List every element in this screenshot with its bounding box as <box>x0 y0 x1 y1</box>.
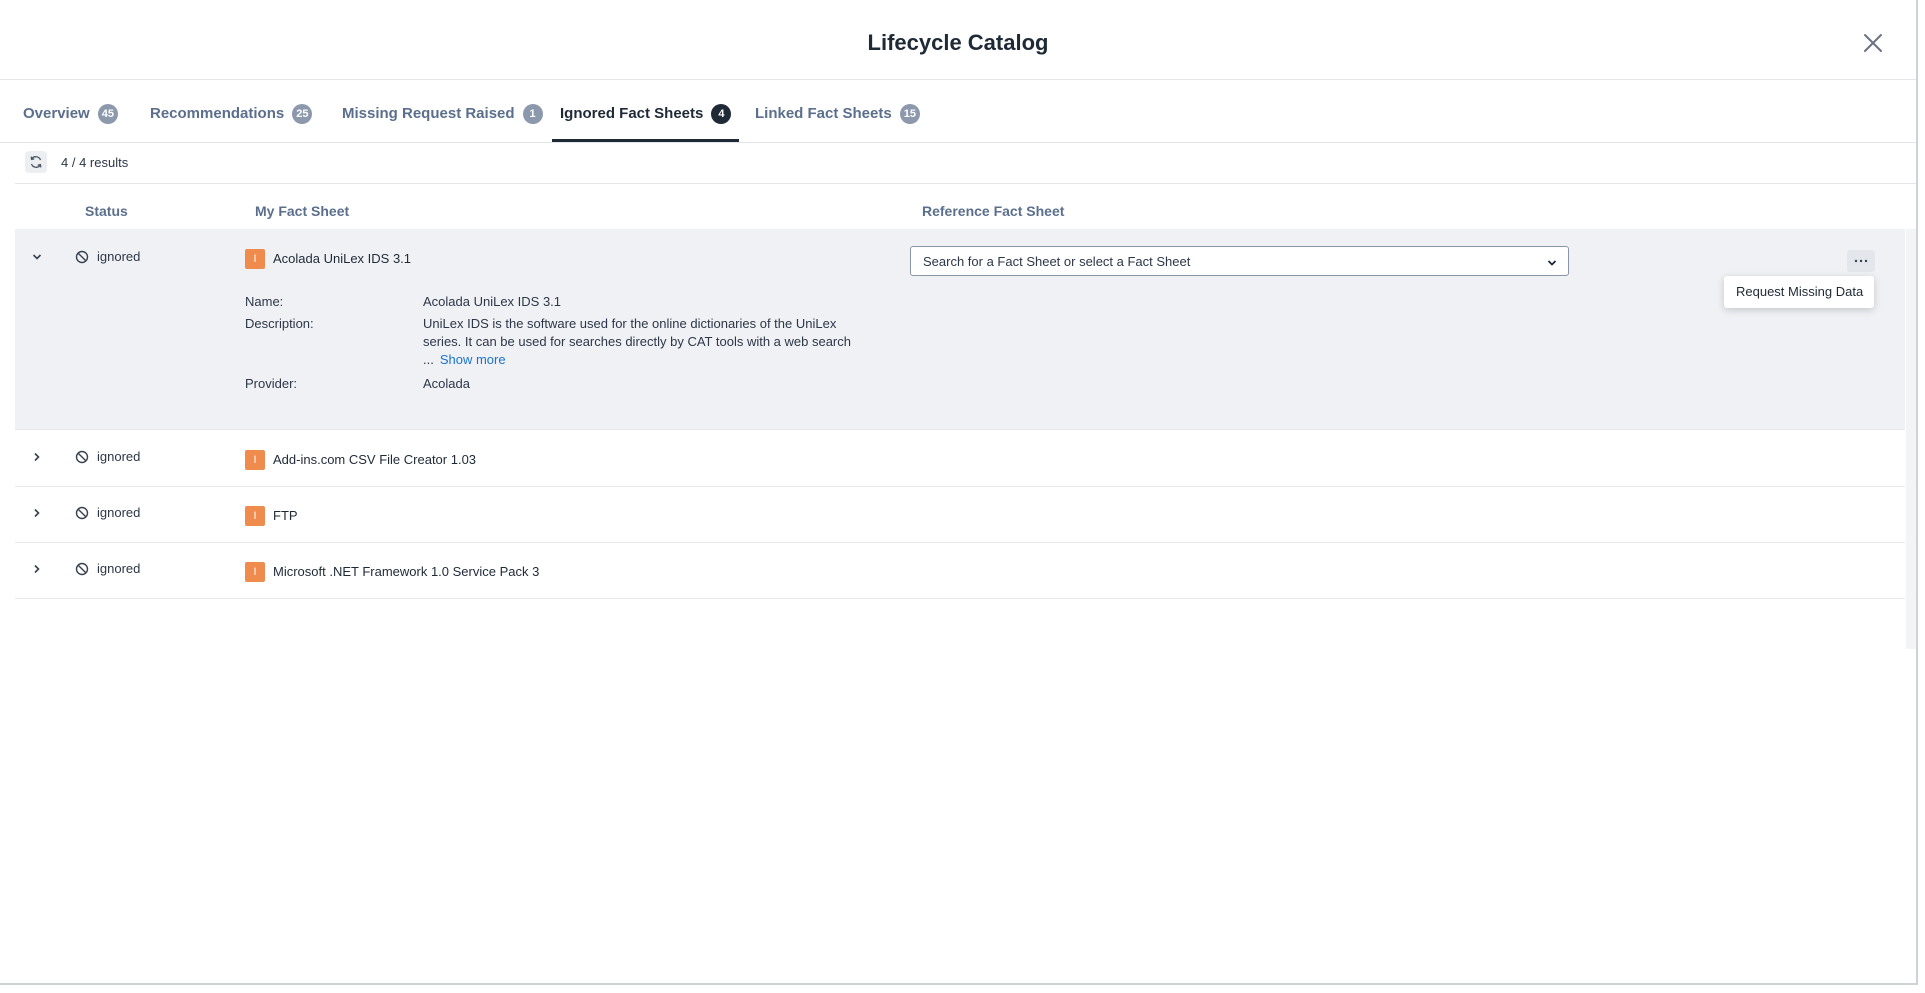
fact-sheet-name[interactable]: Microsoft .NET Framework 1.0 Service Pac… <box>273 564 539 579</box>
fact-sheet-type-badge: I <box>245 249 265 269</box>
name-label: Name: <box>245 294 284 309</box>
column-header-my-fact-sheet: My Fact Sheet <box>255 203 350 219</box>
chevron-down-icon[interactable] <box>29 249 45 265</box>
table-row[interactable]: ignored I Add-ins.com CSV File Creator 1… <box>15 431 1905 487</box>
chevron-down-icon <box>1546 256 1558 268</box>
fact-sheet-name[interactable]: FTP <box>273 508 298 523</box>
request-missing-data-menu-item[interactable]: Request Missing Data <box>1736 284 1863 299</box>
chevron-right-icon[interactable] <box>29 449 45 465</box>
provider-label: Provider: <box>245 376 298 391</box>
dialog-title: Lifecycle Catalog <box>867 30 1049 55</box>
row-actions-menu: Request Missing Data <box>1724 276 1874 308</box>
status-text: ignored <box>97 249 141 264</box>
fact-sheet-name[interactable]: Acolada UniLex IDS 3.1 <box>273 251 411 266</box>
name-value: Acolada UniLex IDS 3.1 <box>423 294 562 309</box>
tab-missing-request-raised[interactable]: Missing Request Raised 1 <box>342 104 543 142</box>
tab-label: Ignored Fact Sheets <box>560 105 704 122</box>
tab-count-badge: 1 <box>522 104 543 124</box>
column-header-status: Status <box>85 203 128 219</box>
lifecycle-catalog-dialog: Lifecycle Catalog Overview 45 Recommenda… <box>0 0 1918 985</box>
tab-count-badge: 15 <box>899 104 920 124</box>
status-text: ignored <box>97 449 141 464</box>
fact-sheet-name[interactable]: Add-ins.com CSV File Creator 1.03 <box>273 452 476 467</box>
fact-sheet-type-badge: I <box>245 450 265 470</box>
column-header-reference-fact-sheet: Reference Fact Sheet <box>922 203 1065 219</box>
tab-label: Linked Fact Sheets <box>755 105 892 122</box>
select-placeholder: Search for a Fact Sheet or select a Fact… <box>923 254 1191 269</box>
tab-linked-fact-sheets[interactable]: Linked Fact Sheets 15 <box>755 104 920 142</box>
tab-bar: Overview 45 Recommendations 25 Missing R… <box>0 79 1916 143</box>
table-row[interactable]: ignored I Microsoft .NET Framework 1.0 S… <box>15 543 1905 599</box>
ignored-status-icon <box>75 562 89 576</box>
tab-label: Missing Request Raised <box>342 105 515 122</box>
dialog-header: Lifecycle Catalog <box>0 0 1916 80</box>
more-options-button[interactable] <box>1847 250 1875 272</box>
ellipsis-icon <box>1854 259 1868 263</box>
status-text: ignored <box>97 505 141 520</box>
ignored-status-icon <box>75 250 89 264</box>
results-toolbar: 4 / 4 results <box>15 143 1916 184</box>
reference-fact-sheet-select[interactable]: Search for a Fact Sheet or select a Fact… <box>910 246 1569 276</box>
tab-overview[interactable]: Overview 45 <box>23 104 118 142</box>
status-text: ignored <box>97 561 141 576</box>
table-row: ignored I Acolada UniLex IDS 3.1 Name: A… <box>15 229 1905 430</box>
tab-count-badge: 4 <box>711 104 732 124</box>
tab-ignored-fact-sheets[interactable]: Ignored Fact Sheets 4 <box>552 104 740 142</box>
tab-label: Recommendations <box>150 105 285 122</box>
description-label: Description: <box>245 316 314 331</box>
tab-label: Overview <box>23 105 90 122</box>
chevron-right-icon[interactable] <box>29 561 45 577</box>
chevron-right-icon[interactable] <box>29 505 45 521</box>
tab-count-badge: 25 <box>292 104 313 124</box>
results-count: 4 / 4 results <box>61 155 129 170</box>
ignored-status-icon <box>75 506 89 520</box>
refresh-icon[interactable] <box>25 151 47 173</box>
table-row[interactable]: ignored I FTP <box>15 487 1905 543</box>
tab-count-badge: 45 <box>97 104 118 124</box>
vertical-scrollbar[interactable] <box>1906 229 1916 649</box>
ignored-status-icon <box>75 450 89 464</box>
tab-recommendations[interactable]: Recommendations 25 <box>150 104 313 142</box>
fact-sheet-type-badge: I <box>245 506 265 526</box>
show-more-link[interactable]: Show more <box>440 352 506 367</box>
fact-sheet-type-badge: I <box>245 562 265 582</box>
provider-value: Acolada <box>423 376 470 391</box>
close-icon[interactable] <box>1860 30 1886 56</box>
description-value: UniLex IDS is the software used for the … <box>423 315 853 369</box>
